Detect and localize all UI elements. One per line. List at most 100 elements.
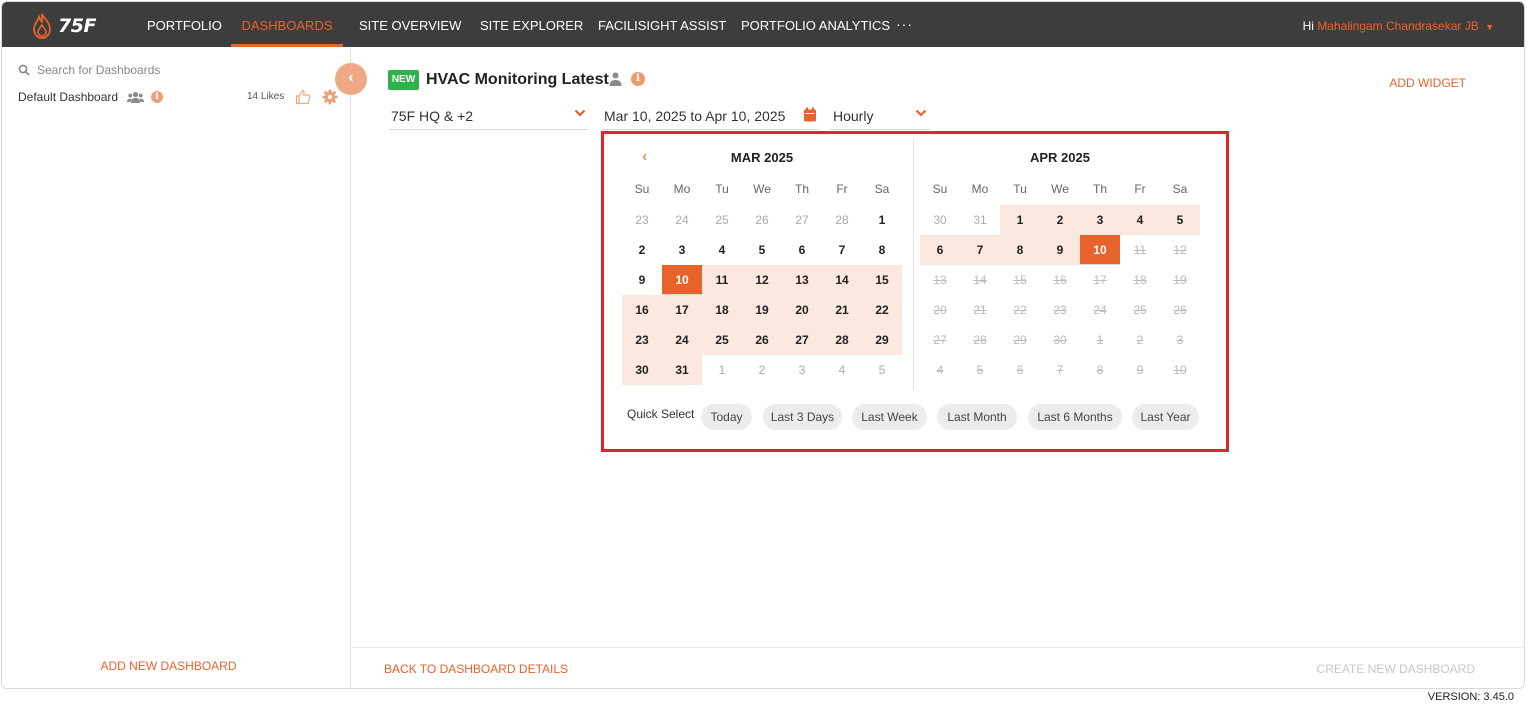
day-cell[interactable]: 21 xyxy=(822,295,862,325)
day-cell[interactable]: 26 xyxy=(742,325,782,355)
quick-last-week-button[interactable]: Last Week xyxy=(852,404,927,430)
selected-day-cell[interactable]: 10 xyxy=(1080,235,1120,265)
day-cell[interactable]: 29 xyxy=(862,325,902,355)
user-menu[interactable]: Hi Mahalingam Chandrasekar JB ▼ xyxy=(1303,19,1494,33)
weekday-header: Fr xyxy=(1134,182,1146,196)
weekday-header: Fr xyxy=(836,182,848,196)
day-cell[interactable]: 2 xyxy=(1040,205,1080,235)
day-cell[interactable]: 8 xyxy=(1000,235,1040,265)
day-cell[interactable]: 3 xyxy=(1080,205,1120,235)
day-cell[interactable]: 16 xyxy=(622,295,662,325)
day-cell[interactable]: 4 xyxy=(822,355,862,385)
day-cell[interactable]: 14 xyxy=(822,265,862,295)
day-cell[interactable]: 5 xyxy=(1160,205,1200,235)
interval-selector[interactable]: Hourly xyxy=(830,105,930,130)
nav-site-explorer[interactable]: SITE EXPLORER xyxy=(480,2,583,47)
day-cell[interactable]: 5 xyxy=(862,355,902,385)
selected-day-cell[interactable]: 10 xyxy=(662,265,702,295)
collapse-sidebar-button[interactable]: ‹ xyxy=(335,63,367,95)
day-cell[interactable]: 11 xyxy=(702,265,742,295)
site-selector[interactable]: 75F HQ & +2 xyxy=(389,105,589,130)
day-cell[interactable]: 27 xyxy=(782,205,822,235)
day-cell[interactable]: 19 xyxy=(742,295,782,325)
day-cell[interactable]: 3 xyxy=(662,235,702,265)
quick-today-button[interactable]: Today xyxy=(701,404,752,430)
day-cell[interactable]: 3 xyxy=(782,355,822,385)
day-cell[interactable]: 24 xyxy=(662,205,702,235)
nav-facilisight-assist[interactable]: FACILISIGHT ASSIST xyxy=(598,2,726,47)
nav-more-menu[interactable]: ··· xyxy=(896,16,913,32)
day-cell[interactable]: 28 xyxy=(822,205,862,235)
day-cell[interactable]: 2 xyxy=(622,235,662,265)
day-cell[interactable]: 31 xyxy=(662,355,702,385)
quick-select-label: Quick Select xyxy=(627,407,695,421)
day-cell: 9 xyxy=(1136,363,1144,377)
quick-last-6-months-button[interactable]: Last 6 Months xyxy=(1028,404,1122,430)
info-icon[interactable]: i xyxy=(631,72,645,86)
day-cell: 27 xyxy=(933,333,947,347)
day-cell[interactable]: 22 xyxy=(862,295,902,325)
day-cell[interactable]: 20 xyxy=(782,295,822,325)
dashboard-name[interactable]: Default Dashboard xyxy=(18,90,118,104)
day-cell[interactable]: 25 xyxy=(702,325,742,355)
quick-last-3-days-button[interactable]: Last 3 Days xyxy=(763,404,842,430)
day-cell[interactable]: 7 xyxy=(960,235,1000,265)
dashboard-search[interactable]: Search for Dashboards xyxy=(18,63,160,77)
day-cell[interactable]: 31 xyxy=(960,205,1000,235)
brand-logo[interactable]: 75F xyxy=(30,12,105,40)
add-new-dashboard-link[interactable]: ADD NEW DASHBOARD xyxy=(2,659,335,673)
day-cell[interactable]: 9 xyxy=(622,265,662,295)
nav-dashboards[interactable]: DASHBOARDS xyxy=(231,2,343,47)
day-cell: 3 xyxy=(1176,333,1184,347)
day-cell[interactable]: 23 xyxy=(622,205,662,235)
day-cell[interactable]: 6 xyxy=(920,235,960,265)
day-cell[interactable]: 4 xyxy=(702,235,742,265)
back-to-dashboard-details-link[interactable]: BACK TO DASHBOARD DETAILS xyxy=(384,662,568,676)
day-cell[interactable]: 23 xyxy=(622,325,662,355)
nav-portfolio[interactable]: PORTFOLIO xyxy=(147,2,222,47)
day-cell[interactable]: 17 xyxy=(662,295,702,325)
nav-site-overview[interactable]: SITE OVERVIEW xyxy=(359,2,461,47)
day-cell[interactable]: 8 xyxy=(862,235,902,265)
day-cell[interactable]: 5 xyxy=(742,235,782,265)
day-cell[interactable]: 28 xyxy=(822,325,862,355)
day-cell[interactable]: 12 xyxy=(742,265,782,295)
day-cell[interactable]: 2 xyxy=(742,355,782,385)
day-cell: 16 xyxy=(1053,273,1067,287)
nav-portfolio-analytics[interactable]: PORTFOLIO ANALYTICS xyxy=(741,2,890,47)
add-widget-button[interactable]: ADD WIDGET xyxy=(1389,76,1466,90)
day-cell[interactable]: 25 xyxy=(702,205,742,235)
day-cell: 21 xyxy=(973,303,987,317)
day-cell[interactable]: 30 xyxy=(920,205,960,235)
footer-divider xyxy=(352,647,1524,648)
gear-icon[interactable] xyxy=(322,89,338,105)
info-icon[interactable]: i xyxy=(151,91,163,103)
quick-last-year-button[interactable]: Last Year xyxy=(1132,404,1199,430)
search-input-placeholder[interactable]: Search for Dashboards xyxy=(37,63,160,77)
day-cell: 18 xyxy=(1133,273,1147,287)
date-range-picker[interactable]: Mar 10, 2025 to Apr 10, 2025 xyxy=(602,105,819,130)
day-cell[interactable]: 15 xyxy=(862,265,902,295)
day-cell: 23 xyxy=(1053,303,1067,317)
day-cell[interactable]: 9 xyxy=(1040,235,1080,265)
day-cell[interactable]: 27 xyxy=(782,325,822,355)
thumbs-up-icon[interactable] xyxy=(295,89,311,105)
day-cell[interactable]: 18 xyxy=(702,295,742,325)
day-cell[interactable]: 24 xyxy=(662,325,702,355)
create-new-dashboard-button[interactable]: CREATE NEW DASHBOARD xyxy=(1317,662,1475,676)
day-cell[interactable]: 1 xyxy=(1000,205,1040,235)
day-cell[interactable]: 7 xyxy=(822,235,862,265)
day-cell: 2 xyxy=(1136,333,1144,347)
dashboard-list-item[interactable]: Default Dashboard i 14 Likes xyxy=(18,89,342,107)
app-frame: 75F PORTFOLIO DASHBOARDS SITE OVERVIEW S… xyxy=(1,1,1525,689)
day-cell[interactable]: 1 xyxy=(862,205,902,235)
day-cell[interactable]: 30 xyxy=(622,355,662,385)
quick-last-month-button[interactable]: Last Month xyxy=(937,404,1017,430)
day-cell: 19 xyxy=(1173,273,1187,287)
user-name: Mahalingam Chandrasekar JB xyxy=(1317,19,1479,33)
day-cell[interactable]: 4 xyxy=(1120,205,1160,235)
day-cell[interactable]: 6 xyxy=(782,235,822,265)
day-cell[interactable]: 13 xyxy=(782,265,822,295)
day-cell[interactable]: 26 xyxy=(742,205,782,235)
day-cell[interactable]: 1 xyxy=(702,355,742,385)
